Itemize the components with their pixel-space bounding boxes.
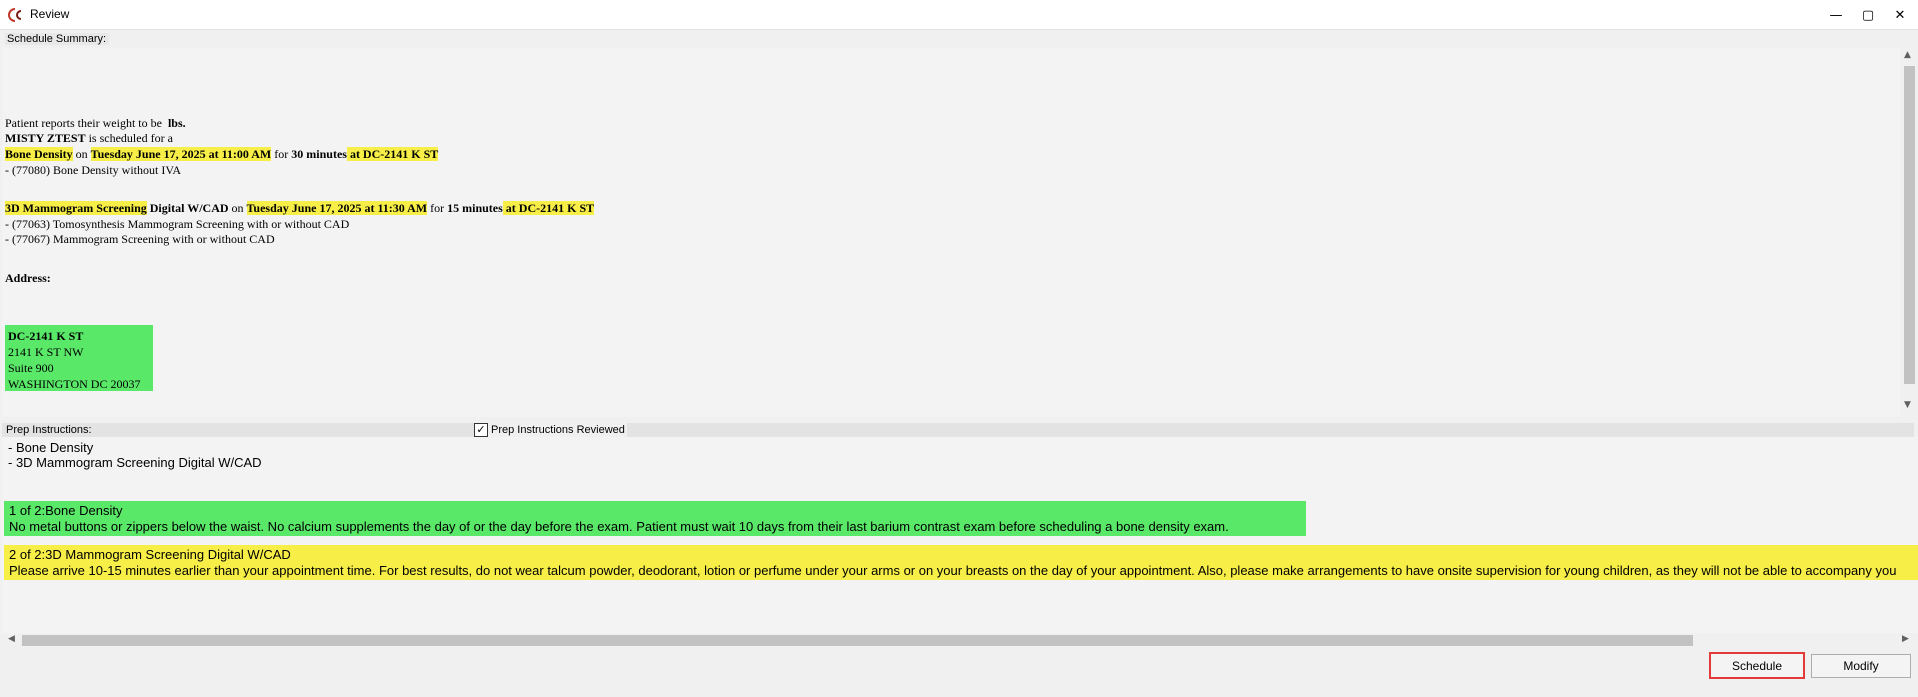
appointment-1-duration: 30 minutes [291, 147, 347, 161]
patient-line: MISTY ZTEST is scheduled for a [5, 131, 173, 147]
appointment-1-datetime: Tuesday June 17, 2025 at 11:00 AM [90, 147, 272, 161]
appointment-2-on: on [228, 201, 247, 215]
patient-name: MISTY ZTEST [5, 131, 86, 145]
address-name: DC-2141 K ST [8, 329, 84, 343]
scroll-up-icon[interactable]: ▲ [1904, 50, 1911, 60]
window-title: Review [30, 7, 70, 21]
appointment-1-for: for [271, 147, 292, 161]
check-icon[interactable]: ✓ [474, 423, 488, 437]
prep-instructions-label: Prep Instructions: [6, 424, 92, 436]
appointment-1-on: on [72, 147, 91, 161]
prep-instruction-2-heading: 2 of 2:3D Mammogram Screening Digital W/… [9, 547, 291, 562]
appointment-2-for: for [427, 201, 448, 215]
appointment-2-exam-suffix: Digital W/CAD [146, 201, 229, 215]
prep-exam-1: - Bone Density [8, 440, 94, 455]
weight-line: Patient reports their weight to be lbs. [5, 116, 186, 132]
weight-unit: lbs. [167, 116, 186, 130]
appointment-1-location: at DC-2141 K ST [346, 147, 439, 161]
scroll-down-icon[interactable]: ▼ [1904, 400, 1911, 410]
appointment-1-code: - (77080) Bone Density without IVA [5, 163, 182, 177]
scroll-right-icon[interactable]: ▶ [1902, 634, 1909, 644]
schedule-summary-label: Schedule Summary: [5, 33, 110, 45]
prep-reviewed-label[interactable]: Prep Instructions Reviewed [491, 424, 625, 436]
maximize-icon[interactable]: ▢ [1851, 0, 1885, 30]
appointment-1-exam: Bone Density [5, 147, 73, 161]
cc-app-logo-icon [8, 8, 22, 22]
address-street: 2141 K ST NW [8, 345, 84, 359]
summary-scroll-thumb[interactable] [1904, 66, 1915, 384]
close-icon[interactable]: ✕ [1883, 0, 1917, 30]
address-label: Address: [5, 271, 51, 285]
prep-instruction-2-text: Please arrive 10-15 minutes earlier than… [9, 562, 1897, 578]
prep-instructions-header: Prep Instructions: ✓ Prep Instructions R… [2, 423, 1914, 437]
prep-reviewed-checkbox[interactable]: ✓ Prep Instructions Reviewed [474, 423, 627, 437]
schedule-summary-panel[interactable]: Patient reports their weight to be lbs. … [2, 48, 1902, 417]
prep-instruction-2: 2 of 2:3D Mammogram Screening Digital W/… [4, 545, 1918, 580]
weight-line-text: Patient reports their weight to be [5, 116, 162, 130]
prep-instruction-1-heading: 1 of 2:Bone Density [9, 503, 123, 518]
appointment-2-code-2: - (77067) Mammogram Screening with or wi… [5, 232, 275, 246]
appointment-2-exam: 3D Mammogram Screening [5, 201, 147, 215]
prep-instruction-1: 1 of 2:Bone Density No metal buttons or … [4, 501, 1306, 536]
address-city: WASHINGTON DC 20037 [8, 377, 141, 391]
scheduled-for-text: is scheduled for a [85, 131, 173, 145]
prep-instructions-panel[interactable]: - Bone Density - 3D Mammogram Screening … [2, 437, 1918, 633]
modify-button[interactable]: Modify [1811, 654, 1911, 678]
address-block: DC-2141 K ST 2141 K ST NW Suite 900 WASH… [5, 325, 153, 391]
appointment-1-line: Bone Density on Tuesday June 17, 2025 at… [5, 147, 439, 163]
schedule-button[interactable]: Schedule [1709, 652, 1805, 679]
appointment-2-line: 3D Mammogram Screening Digital W/CAD on … [5, 201, 595, 217]
prep-exam-2: - 3D Mammogram Screening Digital W/CAD [8, 455, 262, 470]
title-bar: Review — ▢ ✕ [0, 0, 1918, 30]
appointment-2-duration: 15 minutes [447, 201, 503, 215]
prep-horizontal-scrollbar[interactable]: ◀ ▶ [2, 633, 1918, 648]
appointment-2-datetime: Tuesday June 17, 2025 at 11:30 AM [246, 201, 428, 215]
prep-scroll-thumb[interactable] [22, 635, 1693, 646]
prep-instruction-1-text: No metal buttons or zippers below the wa… [9, 518, 1229, 534]
appointment-2-code-1: - (77063) Tomosynthesis Mammogram Screen… [5, 217, 350, 231]
scroll-left-icon[interactable]: ◀ [8, 634, 15, 644]
minimize-icon[interactable]: — [1819, 0, 1853, 30]
address-suite: Suite 900 [8, 361, 54, 375]
appointment-2-location: at DC-2141 K ST [502, 201, 595, 215]
summary-vertical-scrollbar[interactable]: ▲ ▼ [1900, 48, 1918, 417]
